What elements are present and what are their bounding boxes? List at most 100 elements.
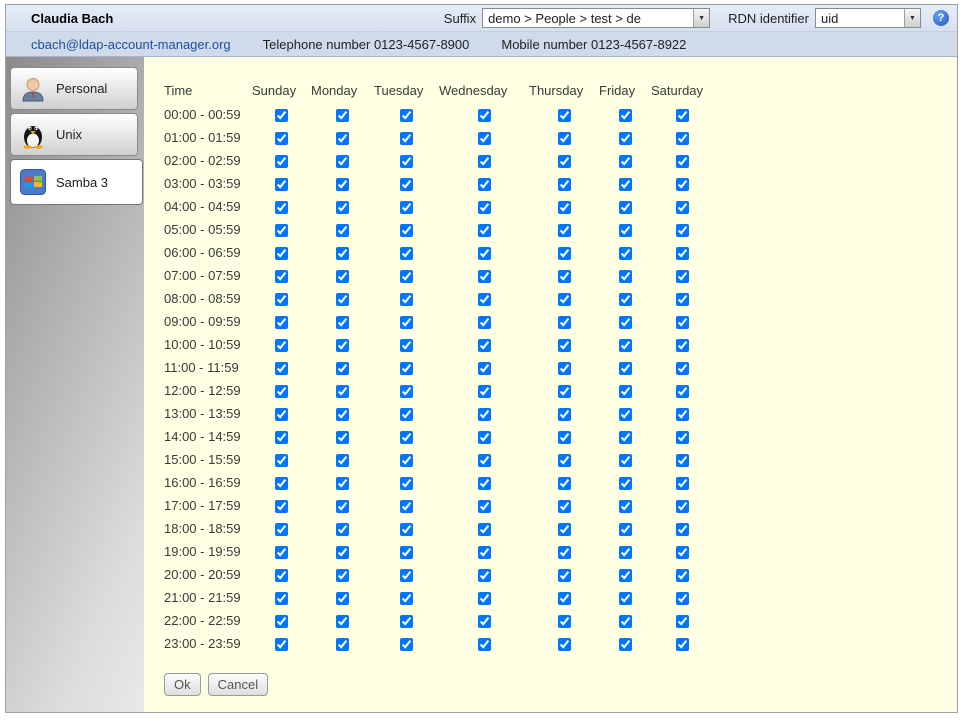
hour-checkbox-saturday-16:00[interactable]	[676, 477, 689, 490]
hour-checkbox-tuesday-21:00[interactable]	[400, 592, 413, 605]
hour-checkbox-tuesday-19:00[interactable]	[400, 546, 413, 559]
hour-checkbox-wednesday-08:00[interactable]	[478, 293, 491, 306]
hour-checkbox-saturday-23:00[interactable]	[676, 638, 689, 651]
hour-checkbox-wednesday-22:00[interactable]	[478, 615, 491, 628]
hour-checkbox-tuesday-09:00[interactable]	[400, 316, 413, 329]
hour-checkbox-tuesday-04:00[interactable]	[400, 201, 413, 214]
hour-checkbox-wednesday-12:00[interactable]	[478, 385, 491, 398]
hour-checkbox-wednesday-05:00[interactable]	[478, 224, 491, 237]
hour-checkbox-friday-04:00[interactable]	[619, 201, 632, 214]
hour-checkbox-monday-23:00[interactable]	[336, 638, 349, 651]
hour-checkbox-monday-14:00[interactable]	[336, 431, 349, 444]
hour-checkbox-wednesday-16:00[interactable]	[478, 477, 491, 490]
hour-checkbox-tuesday-03:00[interactable]	[400, 178, 413, 191]
hour-checkbox-wednesday-23:00[interactable]	[478, 638, 491, 651]
hour-checkbox-monday-07:00[interactable]	[336, 270, 349, 283]
hour-checkbox-tuesday-11:00[interactable]	[400, 362, 413, 375]
hour-checkbox-friday-07:00[interactable]	[619, 270, 632, 283]
ok-button[interactable]: Ok	[164, 673, 201, 696]
hour-checkbox-sunday-09:00[interactable]	[275, 316, 288, 329]
hour-checkbox-thursday-15:00[interactable]	[558, 454, 571, 467]
hour-checkbox-thursday-19:00[interactable]	[558, 546, 571, 559]
hour-checkbox-monday-17:00[interactable]	[336, 500, 349, 513]
hour-checkbox-thursday-08:00[interactable]	[558, 293, 571, 306]
hour-checkbox-monday-06:00[interactable]	[336, 247, 349, 260]
hour-checkbox-sunday-17:00[interactable]	[275, 500, 288, 513]
hour-checkbox-saturday-00:00[interactable]	[676, 109, 689, 122]
hour-checkbox-sunday-15:00[interactable]	[275, 454, 288, 467]
hour-checkbox-saturday-14:00[interactable]	[676, 431, 689, 444]
hour-checkbox-thursday-16:00[interactable]	[558, 477, 571, 490]
hour-checkbox-tuesday-22:00[interactable]	[400, 615, 413, 628]
hour-checkbox-sunday-04:00[interactable]	[275, 201, 288, 214]
hour-checkbox-friday-11:00[interactable]	[619, 362, 632, 375]
hour-checkbox-friday-03:00[interactable]	[619, 178, 632, 191]
hour-checkbox-friday-13:00[interactable]	[619, 408, 632, 421]
hour-checkbox-saturday-17:00[interactable]	[676, 500, 689, 513]
hour-checkbox-sunday-22:00[interactable]	[275, 615, 288, 628]
hour-checkbox-tuesday-13:00[interactable]	[400, 408, 413, 421]
hour-checkbox-thursday-17:00[interactable]	[558, 500, 571, 513]
hour-checkbox-tuesday-17:00[interactable]	[400, 500, 413, 513]
hour-checkbox-sunday-08:00[interactable]	[275, 293, 288, 306]
hour-checkbox-thursday-14:00[interactable]	[558, 431, 571, 444]
hour-checkbox-sunday-19:00[interactable]	[275, 546, 288, 559]
hour-checkbox-sunday-18:00[interactable]	[275, 523, 288, 536]
hour-checkbox-thursday-02:00[interactable]	[558, 155, 571, 168]
hour-checkbox-sunday-12:00[interactable]	[275, 385, 288, 398]
hour-checkbox-saturday-18:00[interactable]	[676, 523, 689, 536]
hour-checkbox-wednesday-14:00[interactable]	[478, 431, 491, 444]
hour-checkbox-saturday-19:00[interactable]	[676, 546, 689, 559]
hour-checkbox-sunday-13:00[interactable]	[275, 408, 288, 421]
hour-checkbox-wednesday-17:00[interactable]	[478, 500, 491, 513]
hour-checkbox-tuesday-12:00[interactable]	[400, 385, 413, 398]
email-link[interactable]: cbach@ldap-account-manager.org	[31, 37, 231, 52]
hour-checkbox-saturday-12:00[interactable]	[676, 385, 689, 398]
hour-checkbox-wednesday-07:00[interactable]	[478, 270, 491, 283]
hour-checkbox-thursday-21:00[interactable]	[558, 592, 571, 605]
hour-checkbox-monday-08:00[interactable]	[336, 293, 349, 306]
hour-checkbox-wednesday-04:00[interactable]	[478, 201, 491, 214]
hour-checkbox-wednesday-15:00[interactable]	[478, 454, 491, 467]
hour-checkbox-sunday-03:00[interactable]	[275, 178, 288, 191]
hour-checkbox-thursday-06:00[interactable]	[558, 247, 571, 260]
hour-checkbox-friday-00:00[interactable]	[619, 109, 632, 122]
hour-checkbox-monday-12:00[interactable]	[336, 385, 349, 398]
hour-checkbox-monday-13:00[interactable]	[336, 408, 349, 421]
cancel-button[interactable]: Cancel	[208, 673, 268, 696]
hour-checkbox-sunday-16:00[interactable]	[275, 477, 288, 490]
hour-checkbox-monday-09:00[interactable]	[336, 316, 349, 329]
hour-checkbox-friday-19:00[interactable]	[619, 546, 632, 559]
hour-checkbox-tuesday-02:00[interactable]	[400, 155, 413, 168]
hour-checkbox-saturday-02:00[interactable]	[676, 155, 689, 168]
hour-checkbox-wednesday-21:00[interactable]	[478, 592, 491, 605]
hour-checkbox-wednesday-01:00[interactable]	[478, 132, 491, 145]
hour-checkbox-monday-10:00[interactable]	[336, 339, 349, 352]
hour-checkbox-wednesday-09:00[interactable]	[478, 316, 491, 329]
hour-checkbox-saturday-20:00[interactable]	[676, 569, 689, 582]
hour-checkbox-tuesday-20:00[interactable]	[400, 569, 413, 582]
hour-checkbox-wednesday-11:00[interactable]	[478, 362, 491, 375]
hour-checkbox-saturday-22:00[interactable]	[676, 615, 689, 628]
hour-checkbox-wednesday-06:00[interactable]	[478, 247, 491, 260]
hour-checkbox-tuesday-14:00[interactable]	[400, 431, 413, 444]
hour-checkbox-tuesday-16:00[interactable]	[400, 477, 413, 490]
hour-checkbox-monday-02:00[interactable]	[336, 155, 349, 168]
hour-checkbox-saturday-09:00[interactable]	[676, 316, 689, 329]
hour-checkbox-friday-23:00[interactable]	[619, 638, 632, 651]
hour-checkbox-saturday-01:00[interactable]	[676, 132, 689, 145]
hour-checkbox-wednesday-19:00[interactable]	[478, 546, 491, 559]
hour-checkbox-tuesday-23:00[interactable]	[400, 638, 413, 651]
hour-checkbox-monday-03:00[interactable]	[336, 178, 349, 191]
hour-checkbox-thursday-09:00[interactable]	[558, 316, 571, 329]
hour-checkbox-monday-01:00[interactable]	[336, 132, 349, 145]
hour-checkbox-friday-02:00[interactable]	[619, 155, 632, 168]
hour-checkbox-friday-10:00[interactable]	[619, 339, 632, 352]
hour-checkbox-wednesday-20:00[interactable]	[478, 569, 491, 582]
hour-checkbox-friday-15:00[interactable]	[619, 454, 632, 467]
hour-checkbox-saturday-05:00[interactable]	[676, 224, 689, 237]
hour-checkbox-wednesday-18:00[interactable]	[478, 523, 491, 536]
hour-checkbox-sunday-00:00[interactable]	[275, 109, 288, 122]
hour-checkbox-monday-04:00[interactable]	[336, 201, 349, 214]
hour-checkbox-sunday-02:00[interactable]	[275, 155, 288, 168]
